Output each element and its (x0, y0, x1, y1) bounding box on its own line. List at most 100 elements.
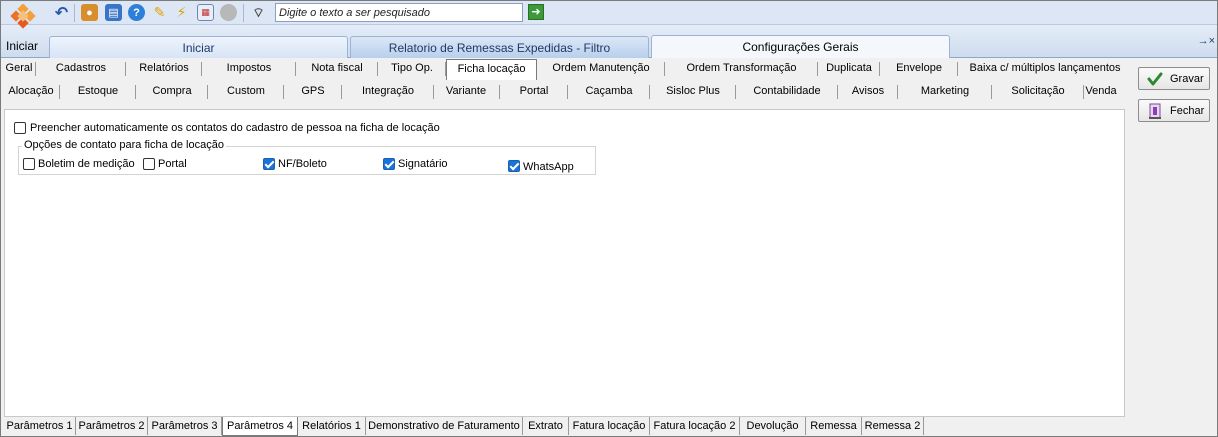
close-tab-icon[interactable]: →× (1198, 35, 1215, 47)
calendar-icon[interactable]: ▦ (197, 4, 214, 21)
search-input[interactable] (276, 4, 522, 21)
subtab-label: Impostos (226, 62, 272, 74)
record-icon[interactable] (220, 4, 237, 21)
lightning-icon[interactable]: ⚡ (173, 4, 190, 21)
subtab-relatorios[interactable]: Relatórios (126, 58, 202, 80)
users-icon[interactable]: ● (81, 4, 98, 21)
save-button[interactable]: Gravar (1138, 67, 1210, 90)
subtab-label: Duplicata (826, 62, 872, 74)
checkmark-icon (1147, 72, 1163, 86)
subtab-marketing[interactable]: Marketing (898, 81, 992, 103)
subtab-label: Contabilidade (753, 85, 821, 97)
subtab-estoque[interactable]: Estoque (60, 81, 136, 103)
bottom-tab-extrato[interactable]: Extrato (523, 417, 569, 435)
auto-fill-checkbox[interactable] (14, 122, 26, 134)
bottom-tab-relatorios-1[interactable]: Relatórios 1 (298, 417, 366, 435)
bottom-tab-remessa-2[interactable]: Remessa 2 (862, 417, 924, 435)
ribbon-tab-iniciar[interactable]: Iniciar (49, 36, 348, 58)
boletim-medicao-label: Boletim de medição (38, 158, 135, 170)
calculator-icon[interactable]: ▤ (105, 4, 122, 21)
wifi-icon[interactable]: ⌔ (250, 4, 267, 21)
help-icon[interactable]: ? (128, 4, 145, 21)
save-label: Gravar (1170, 73, 1204, 85)
subtab-label: Caçamba (585, 85, 633, 97)
subtab-solicitacao[interactable]: Solicitação (992, 81, 1084, 103)
bottom-tab-parametros-3[interactable]: Parâmetros 3 (148, 417, 222, 435)
subtab-label: Tipo Op. (391, 62, 433, 74)
toolbar-separator (74, 4, 75, 22)
subtab-label: Ordem Manutenção (552, 62, 650, 74)
subtab-label: Ordem Transformação (686, 62, 797, 74)
bottom-tab-parametros-2[interactable]: Parâmetros 2 (76, 417, 148, 435)
subtab-contabilidade[interactable]: Contabilidade (736, 81, 838, 103)
subtab-label: Baixa c/ múltiplos lançamentos (969, 62, 1121, 74)
whatsapp-label: WhatsApp (523, 161, 574, 173)
subtab-label: Marketing (920, 85, 970, 97)
bottom-tab-demonstrativo-de-faturamento[interactable]: Demonstrativo de Faturamento (366, 417, 523, 435)
subtab-alocacao[interactable]: Alocação (2, 81, 60, 103)
subtab-label: Ficha locação (457, 63, 526, 75)
nf-boleto-label: NF/Boleto (278, 158, 327, 170)
signatario-checkbox[interactable] (383, 158, 395, 170)
subtab-ordem-transformacao[interactable]: Ordem Transformação (665, 58, 818, 80)
subtab-sisloc-plus[interactable]: Sisloc Plus (650, 81, 736, 103)
subtab-avisos[interactable]: Avisos (838, 81, 898, 103)
bottom-tab-fatura-locacao[interactable]: Fatura locação (569, 417, 650, 435)
subtab-duplicata[interactable]: Duplicata (818, 58, 880, 80)
application-window: ↶ ● ▤ ? ✎ ⚡ ▦ ⌔ ➜ Iniciar Relatorio de R… (0, 0, 1218, 437)
subtab-label: Integração (362, 85, 414, 97)
subtab-compra[interactable]: Compra (136, 81, 208, 103)
portal-label: Portal (158, 158, 187, 170)
subtab-label: Variante (445, 85, 487, 97)
settings-panel: Preencher automaticamente os contatos do… (4, 109, 1125, 417)
bottom-tab-parametros-4[interactable]: Parâmetros 4 (222, 417, 298, 436)
ribbon-tab-strip: Iniciar Relatorio de Remessas Expedidas … (1, 25, 1217, 58)
subtab-gps[interactable]: GPS (284, 81, 342, 103)
subtab-tipo-op[interactable]: Tipo Op. (378, 58, 446, 80)
wand-icon[interactable]: ✎ (151, 4, 168, 21)
nf-boleto-checkbox[interactable] (263, 158, 275, 170)
subtab-variante[interactable]: Variante (432, 81, 500, 103)
subtab-label: Portal (519, 85, 549, 97)
bottom-tab-devolucao[interactable]: Devolução (740, 417, 806, 435)
subtab-ordem-manutencao[interactable]: Ordem Manutenção (537, 58, 665, 80)
subtab-label: Envelope (896, 62, 942, 74)
subtab-ficha-locacao[interactable]: Ficha locação (446, 59, 537, 80)
ribbon-tab-relatorio-remessas[interactable]: Relatorio de Remessas Expedidas - Filtro (350, 36, 649, 58)
ribbon-tab-configuracoes-gerais[interactable]: Configurações Gerais (651, 35, 950, 58)
subtab-portal[interactable]: Portal (500, 81, 568, 103)
subtab-baixa-c-multiplos-lancamentos[interactable]: Baixa c/ múltiplos lançamentos (958, 58, 1132, 80)
subtab-custom[interactable]: Custom (208, 81, 284, 103)
bottom-tab-parametros-1[interactable]: Parâmetros 1 (4, 417, 76, 435)
subtab-impostos[interactable]: Impostos (202, 58, 296, 80)
subtab-label: Cadastros (55, 62, 107, 74)
subtab-cacamba[interactable]: Caçamba (568, 81, 650, 103)
subtab-label: Custom (227, 85, 265, 97)
whatsapp-checkbox[interactable] (508, 160, 520, 172)
search-box[interactable] (275, 3, 523, 22)
search-go-button[interactable]: ➜ (528, 4, 544, 20)
boletim-medicao-checkbox[interactable] (23, 158, 35, 170)
close-label: Fechar (1170, 105, 1205, 117)
subtab-geral[interactable]: Geral (2, 58, 36, 80)
bottom-tab-remessa[interactable]: Remessa (806, 417, 862, 435)
subtab-label: Alocação (8, 85, 54, 97)
subtab-cadastros[interactable]: Cadastros (36, 58, 126, 80)
subtab-label: Sisloc Plus (666, 85, 720, 97)
subtab-label: Venda (1085, 85, 1117, 97)
undo-icon[interactable]: ↶ (53, 4, 70, 22)
subtab-envelope[interactable]: Envelope (880, 58, 958, 80)
start-button[interactable]: Iniciar (1, 1, 45, 57)
start-label: Iniciar (6, 39, 39, 53)
arrow-right-icon: ➜ (531, 6, 541, 18)
bottom-tab-fatura-locacao-2[interactable]: Fatura locação 2 (650, 417, 740, 435)
subtab-nota-fiscal[interactable]: Nota fiscal (296, 58, 378, 80)
toolbar-separator (243, 4, 244, 22)
subtab-label: Geral (5, 62, 33, 74)
subtab-integracao[interactable]: Integração (342, 81, 434, 103)
subtab-venda[interactable]: Venda (1084, 81, 1118, 103)
subtab-label: Estoque (77, 85, 119, 97)
close-button[interactable]: Fechar (1138, 99, 1210, 122)
portal-checkbox[interactable] (143, 158, 155, 170)
subtab-label: Relatórios (139, 62, 189, 74)
